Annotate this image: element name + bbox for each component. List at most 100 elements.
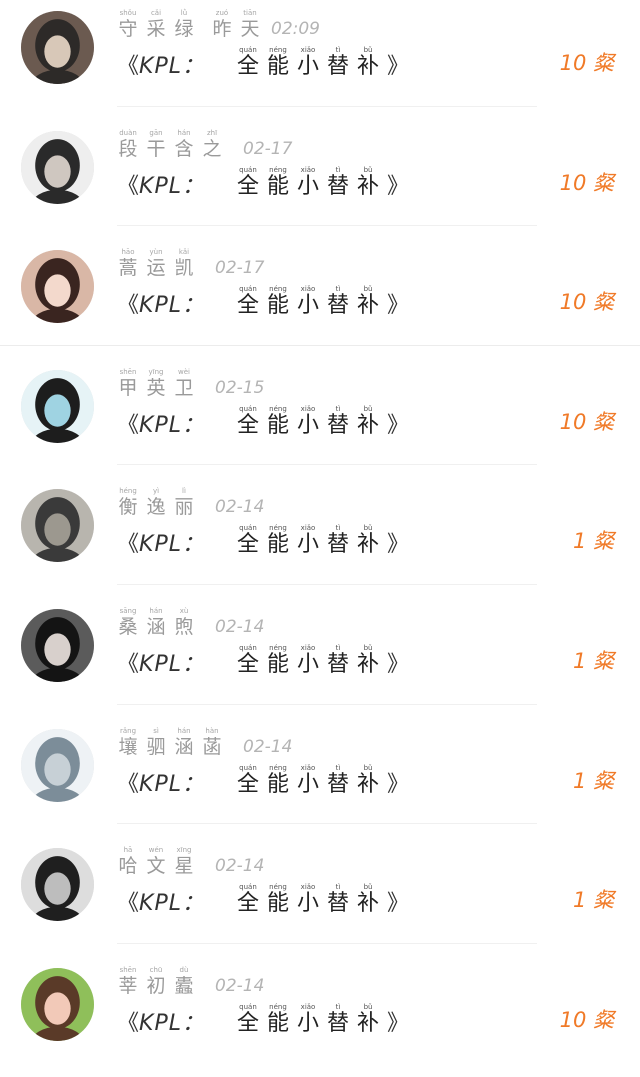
hanzi-text: 小 xyxy=(297,54,320,79)
user-name[interactable]: sāng 桑 hán 涵 xù 煦 xyxy=(117,607,201,638)
avatar[interactable] xyxy=(21,489,94,563)
row-divider xyxy=(117,704,537,705)
ruby-char: xiǎo 小 xyxy=(297,405,319,438)
ruby-char: yīng 英 xyxy=(145,368,167,399)
hanzi-text: 莘 xyxy=(118,974,138,997)
timestamp: 02-14 xyxy=(215,617,265,637)
avatar-image xyxy=(21,11,94,84)
list-item[interactable]: héng 衡 yì 逸 lì 丽 02-14 《 KPL： quán 全 néng 能 xiǎo 小 tì 替 b… xyxy=(0,479,640,598)
hanzi-text: 小 xyxy=(297,412,320,438)
work-title[interactable]: 《 KPL： quán 全 néng 能 xiǎo 小 tì 替 bǔ 补》 xyxy=(117,1002,409,1036)
work-title[interactable]: 《 KPL： quán 全 néng 能 xiǎo 小 tì 替 bǔ 补》 xyxy=(117,643,409,677)
ruby-char: quán 全 xyxy=(237,644,259,677)
timestamp: 02-14 xyxy=(215,856,265,877)
item-meta: shǒu 守 cǎi 采 lǜ 绿 zuó 昨 tiān 天 02:09 xyxy=(117,6,320,40)
user-name[interactable]: shēn 甲 yīng 英 wèi 卫 xyxy=(117,368,201,399)
title-open-bracket: 《 xyxy=(117,54,140,79)
hanzi-text: 全 xyxy=(236,54,259,79)
work-title[interactable]: 《 KPL： quán 全 néng 能 xiǎo 小 tì 替 bǔ 补》 xyxy=(117,404,409,438)
title-close-bracket: 》 xyxy=(387,54,410,79)
avatar[interactable] xyxy=(21,130,94,204)
avatar-image xyxy=(21,728,94,802)
list-item[interactable]: sāng 桑 hán 涵 xù 煦 02-14 《 KPL： quán 全 néng 能 xiǎo 小 tì 替… xyxy=(0,599,640,718)
user-name[interactable]: hā 哈 wén 文 xīng 星 xyxy=(117,846,201,877)
pinyin-text: hàn xyxy=(205,726,219,735)
title-open-bracket: 《 xyxy=(117,412,140,438)
hanzi-text: 能 xyxy=(266,54,289,79)
user-name[interactable]: héng 衡 yì 逸 lì 丽 xyxy=(117,487,201,518)
ruby-char: hàn 菡 xyxy=(201,727,223,758)
work-title[interactable]: 《 KPL： quán 全 néng 能 xiǎo 小 tì 替 bǔ 补》 xyxy=(117,523,409,557)
ruby-char: xiǎo 小 xyxy=(297,166,319,199)
list-item[interactable]: duàn 段 gān 干 hán 含 zhī 之 02-17 《 KPL： quán 全 néng 能 xiǎ… xyxy=(0,121,640,240)
hanzi-text: 驷 xyxy=(146,735,166,758)
avatar[interactable] xyxy=(21,369,94,443)
ruby-char: quán 全 xyxy=(237,46,259,79)
avatar-image xyxy=(21,848,94,922)
ruby-char: quán 全 xyxy=(237,524,259,557)
hanzi-text: 昨 xyxy=(212,18,232,40)
hanzi-text: 段 xyxy=(118,137,138,160)
hanzi-text: 小 xyxy=(297,771,320,797)
pinyin-text: wèi xyxy=(178,367,190,376)
timestamp: 02-15 xyxy=(215,377,265,398)
pinyin-text: wén xyxy=(148,846,164,855)
list-item[interactable]: shǒu 守 cǎi 采 lǜ 绿 zuó 昨 tiān 天 02:09 《 KPL： quán 全 néng… xyxy=(0,1,640,120)
hanzi-text: 全 xyxy=(236,293,259,319)
user-name[interactable]: shēn 莘 chū 初 dù 蠹 xyxy=(117,966,201,997)
work-title[interactable]: 《 KPL： quán 全 néng 能 xiǎo 小 tì 替 bǔ 补》 xyxy=(117,165,409,199)
pinyin-text: yùn xyxy=(149,248,163,257)
hanzi-text: 丽 xyxy=(174,496,194,519)
pinyin-text: lǜ xyxy=(180,9,188,17)
pinyin-text: sāng xyxy=(119,607,137,615)
ruby-char: hā 哈 xyxy=(117,846,139,877)
hanzi-text: 能 xyxy=(266,412,289,438)
hanzi-text: 涵 xyxy=(146,616,166,638)
list-item[interactable]: shēn 甲 yīng 英 wèi 卫 02-15 《 KPL： quán 全 néng 能 xiǎo 小 t… xyxy=(0,360,640,479)
user-name[interactable]: rǎng 壤 sì 驷 hán 涵 hàn 菡 xyxy=(117,727,229,758)
work-title[interactable]: 《 KPL： quán 全 néng 能 xiǎo 小 tì 替 bǔ 补》 xyxy=(117,284,409,318)
pinyin-text: cǎi xyxy=(150,9,162,17)
hanzi-text: 补 xyxy=(357,173,380,199)
list-item[interactable]: shēn 莘 chū 初 dù 蠹 02-14 《 KPL： quán 全 néng 能 xiǎo 小 tì 替… xyxy=(0,958,640,1077)
item-meta: hā 哈 wén 文 xīng 星 02-14 xyxy=(117,843,264,877)
hanzi-text: 全 xyxy=(236,412,259,438)
title-close-bracket: 》 xyxy=(387,771,410,797)
avatar[interactable] xyxy=(21,728,94,802)
ruby-char: chū 初 xyxy=(145,966,167,997)
user-name[interactable]: hāo 蒿 yùn 运 kǎi 凯 xyxy=(117,248,201,279)
user-name[interactable]: duàn 段 gān 干 hán 含 zhī 之 xyxy=(117,129,229,160)
hanzi-text: 能 xyxy=(266,532,289,558)
work-title[interactable]: 《 KPL： quán 全 néng 能 xiǎo 小 tì 替 bǔ 补》 xyxy=(117,45,409,79)
hanzi-text: 全 xyxy=(236,891,259,917)
pinyin-text: xīng xyxy=(176,846,192,855)
hanzi-text: 天 xyxy=(240,18,260,40)
ruby-char: tì 替 xyxy=(327,524,349,557)
pinyin-text: hán xyxy=(177,128,191,137)
avatar[interactable] xyxy=(21,250,94,324)
avatar[interactable] xyxy=(21,609,94,682)
hanzi-text: 菡 xyxy=(202,735,222,758)
list-item[interactable]: hā 哈 wén 文 xīng 星 02-14 《 KPL： quán 全 néng 能 xiǎo 小 tì 替… xyxy=(0,838,640,957)
avatar[interactable] xyxy=(21,967,94,1041)
list-item[interactable]: rǎng 壤 sì 驷 hán 涵 hàn 菡 02-14 《 KPL： quán 全 néng 能 xiǎo… xyxy=(0,719,640,838)
hanzi-text: 小 xyxy=(297,652,320,677)
hanzi-text: 能 xyxy=(266,652,289,677)
item-meta: shēn 甲 yīng 英 wèi 卫 02-15 xyxy=(117,365,264,399)
ruby-char: dù 蠹 xyxy=(173,966,195,997)
ruby-char: hán 涵 xyxy=(145,607,167,638)
work-title[interactable]: 《 KPL： quán 全 néng 能 xiǎo 小 tì 替 bǔ 补》 xyxy=(117,763,409,797)
user-name[interactable]: shǒu 守 cǎi 采 lǜ 绿 xyxy=(117,9,201,40)
list-item[interactable]: hāo 蒿 yùn 运 kǎi 凯 02-17 《 KPL： quán 全 néng 能 xiǎo 小 tì 替… xyxy=(0,240,640,359)
hanzi-text: 初 xyxy=(146,974,166,997)
avatar[interactable] xyxy=(21,11,94,84)
avatar[interactable] xyxy=(21,848,94,922)
hanzi-text: 替 xyxy=(327,54,350,79)
hanzi-text: 桑 xyxy=(118,616,138,638)
work-title[interactable]: 《 KPL： quán 全 néng 能 xiǎo 小 tì 替 bǔ 补》 xyxy=(117,882,409,916)
ruby-char: bǔ 补 xyxy=(357,644,379,677)
ruby-char: tì 替 xyxy=(327,644,349,677)
item-meta: shēn 莘 chū 初 dù 蠹 02-14 xyxy=(117,963,264,997)
pinyin-text: yì xyxy=(152,487,160,496)
title-close-bracket: 》 xyxy=(387,891,410,917)
